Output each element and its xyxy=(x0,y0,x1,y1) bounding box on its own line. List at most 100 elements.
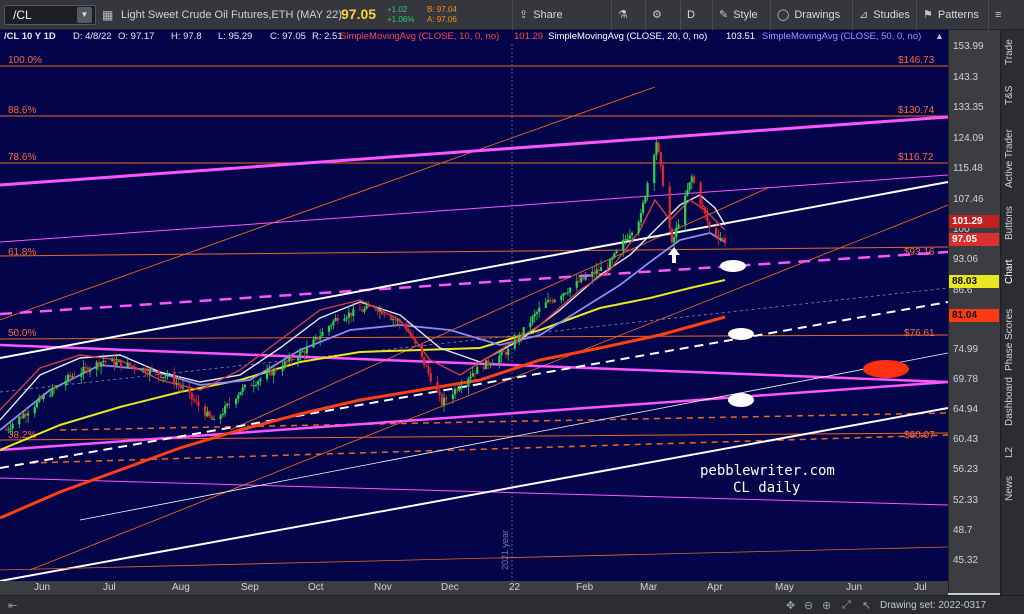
tab-dashboard[interactable]: Dashboard xyxy=(1004,370,1022,434)
orange-trend-3 xyxy=(29,204,948,571)
candle-body xyxy=(265,371,269,379)
candle-body xyxy=(394,319,397,321)
candle-body xyxy=(212,419,216,421)
y-tick: 153.99 xyxy=(953,41,984,52)
cursor-icon[interactable]: ↖ xyxy=(862,599,871,612)
candle-body xyxy=(690,176,693,183)
patterns-button[interactable]: ⚑ Patterns xyxy=(916,0,986,30)
candle-body xyxy=(221,413,224,416)
candle-body xyxy=(549,300,552,302)
legend-close: C: 97.05 xyxy=(270,31,306,42)
scroll-left-icon[interactable]: ⇤ xyxy=(8,599,17,612)
candle-body xyxy=(332,320,335,326)
candle-body xyxy=(181,387,185,389)
y-tick: 133.35 xyxy=(953,102,984,113)
tab-phase-scores[interactable]: Phase Scores xyxy=(1004,300,1022,380)
time-axis[interactable]: Jun Jul Aug Sep Oct Nov Dec 22 Feb Mar A… xyxy=(0,581,948,595)
candle-body xyxy=(383,314,386,316)
sma10-price-tag: 101.29 xyxy=(949,215,999,228)
drawings-button[interactable]: ◯ Drawings xyxy=(770,0,850,30)
candle-body xyxy=(299,351,302,358)
candle-body xyxy=(281,367,284,372)
period-button[interactable]: D xyxy=(680,0,710,30)
candle-body xyxy=(628,235,631,239)
more-button[interactable]: ≡ xyxy=(988,0,1024,30)
candle-body xyxy=(80,373,83,377)
legend-date: D: 4/8/22 xyxy=(73,31,112,42)
candle-body xyxy=(615,250,618,254)
candle-body xyxy=(482,366,485,370)
x-tick: Sep xyxy=(241,582,259,593)
candle-body xyxy=(210,416,213,420)
candle-body xyxy=(175,382,178,384)
ask-price: A: 97.06 xyxy=(427,15,457,24)
zoom-in-icon[interactable]: ⊕ xyxy=(822,599,831,612)
candle-body xyxy=(113,359,116,366)
symbol-dropdown-icon[interactable]: ▼ xyxy=(77,7,92,23)
y-tick: 93.06 xyxy=(953,254,979,265)
candle-body xyxy=(192,399,196,401)
link-icon[interactable]: ▦ xyxy=(102,9,113,21)
candle-body xyxy=(133,366,136,369)
candle-body xyxy=(577,280,581,283)
candle-body xyxy=(257,381,260,385)
y-tick: 124.09 xyxy=(953,133,984,144)
candle-body xyxy=(507,348,510,355)
candle-body xyxy=(591,271,594,278)
year-divider-label: 2021 year xyxy=(500,530,510,570)
candle-body xyxy=(305,347,308,354)
chart-markers xyxy=(668,247,909,407)
right-sidebar: Trade T&S Active Trader Buttons Chart Ph… xyxy=(1000,30,1024,595)
candle-body xyxy=(429,373,432,382)
zoom-out-icon[interactable]: ⊖ xyxy=(804,599,813,612)
candle-body xyxy=(560,296,563,300)
chart-canvas: 2021 year 100.0% 88.6% 78.6% 61.8% 50.0%… xyxy=(0,44,948,582)
tab-level2[interactable]: L2 xyxy=(1004,440,1022,464)
style-button[interactable]: ✎ Style xyxy=(712,0,768,30)
tab-trade[interactable]: Trade xyxy=(1004,36,1022,68)
price-axis[interactable]: 153.99 143.3 133.35 124.09 115.48 107.46… xyxy=(948,30,1000,593)
candle-body xyxy=(438,391,441,395)
magenta-lower xyxy=(0,380,948,452)
tab-time-and-sales[interactable]: T&S xyxy=(1004,82,1022,108)
candle-body xyxy=(95,362,98,370)
candle-body xyxy=(219,415,222,420)
y-tick: 115.48 xyxy=(953,163,983,174)
studies-button[interactable]: ⊿ Studies xyxy=(852,0,914,30)
drawing-set-label[interactable]: Drawing set: 2022-0317 xyxy=(880,600,986,611)
candle-body xyxy=(414,338,417,344)
candle-body xyxy=(135,368,138,370)
candle-body xyxy=(721,238,724,240)
fib-price-7661: $76.61 xyxy=(904,328,935,339)
share-icon: ⇪ xyxy=(519,9,529,21)
tab-active-trader[interactable]: Active Trader xyxy=(1004,118,1022,200)
symbol-input[interactable]: /CL ▼ xyxy=(4,5,96,25)
fit-icon[interactable]: ⤢ xyxy=(842,599,851,612)
tab-buttons[interactable]: Buttons xyxy=(1004,198,1022,248)
legend-open: O: 97.17 xyxy=(118,31,155,42)
legend-collapse-icon[interactable]: ▲ xyxy=(935,31,944,41)
candle-body xyxy=(538,307,541,313)
flask-button[interactable]: ⚗ xyxy=(611,0,643,30)
sma50-price-tag: 88.03 xyxy=(949,275,999,288)
candle-body xyxy=(613,253,616,258)
x-tick: Jul xyxy=(103,582,116,593)
candle-body xyxy=(64,380,67,386)
candle-body xyxy=(551,301,554,303)
candle-body xyxy=(150,369,154,371)
share-button[interactable]: ⇪ Share xyxy=(512,0,576,30)
candle-body xyxy=(208,411,211,417)
candle-body xyxy=(500,351,503,356)
candle-body xyxy=(86,367,89,372)
pan-icon[interactable]: ✥ xyxy=(786,599,795,612)
candle-body xyxy=(161,376,165,378)
price-chart[interactable]: 2021 year 100.0% 88.6% 78.6% 61.8% 50.0%… xyxy=(0,30,948,593)
tab-chart[interactable]: Chart xyxy=(1004,254,1022,290)
candle-body xyxy=(611,257,614,260)
candle-body xyxy=(473,373,477,375)
tab-news[interactable]: News xyxy=(1004,470,1022,506)
candle-body xyxy=(445,397,448,400)
settings-button[interactable]: ⚙ xyxy=(645,0,677,30)
ellipse-icon: ◯ xyxy=(777,9,790,21)
fib-price-13074: $130.74 xyxy=(898,105,935,116)
